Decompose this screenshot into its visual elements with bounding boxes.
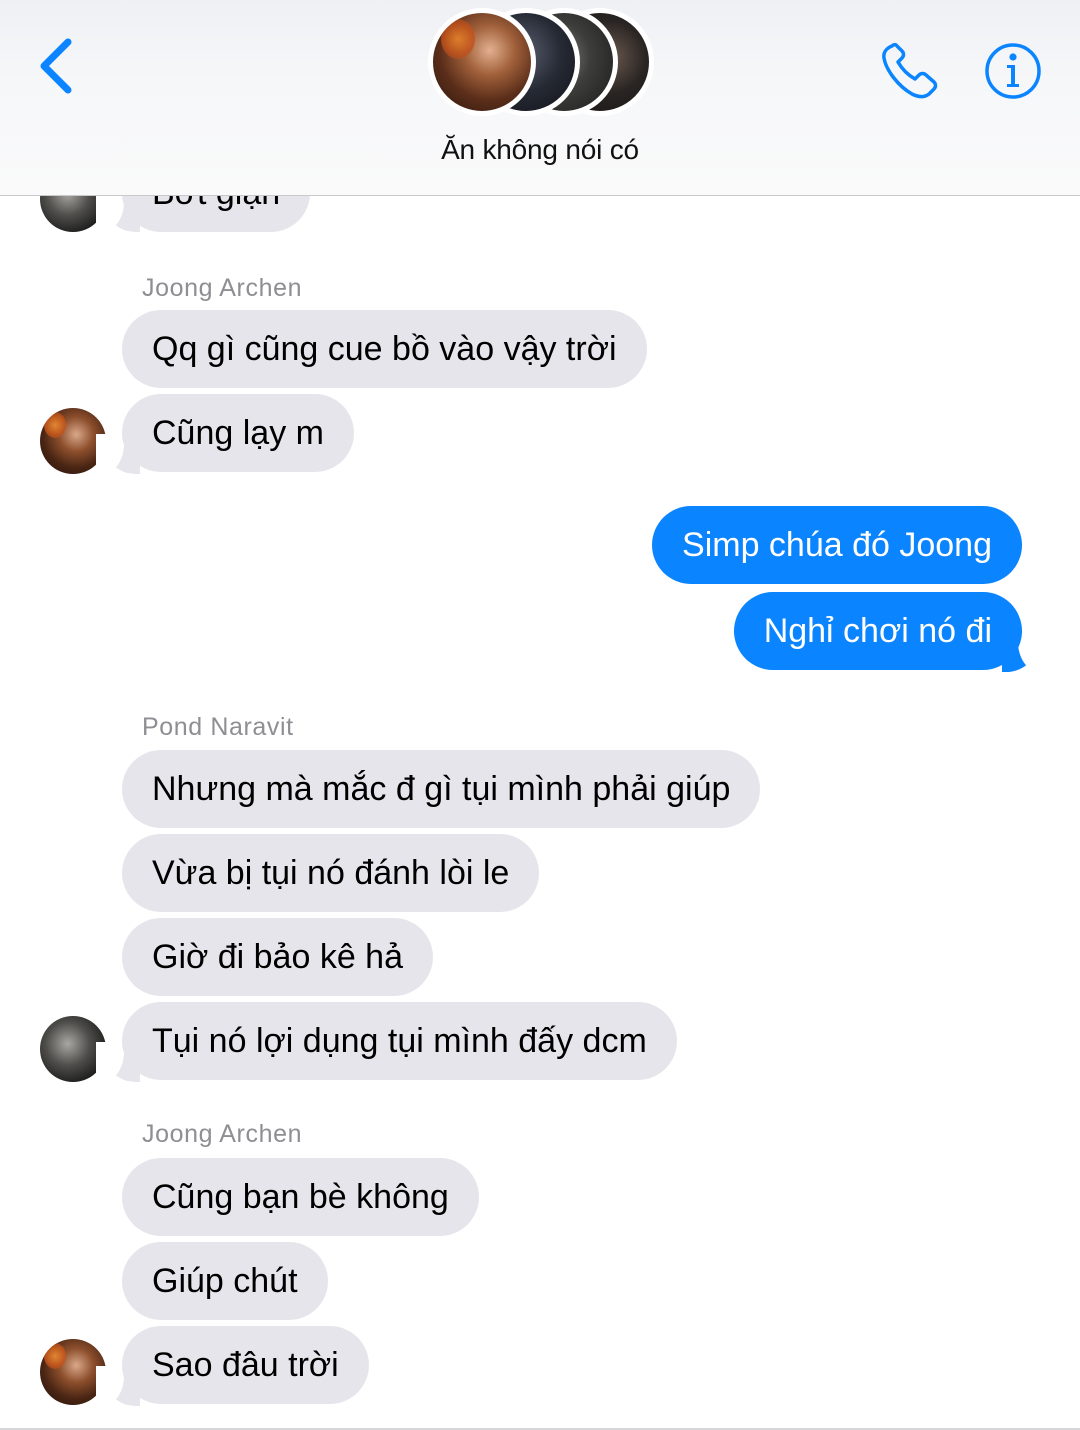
message-list[interactable]: Bớt giận Joong Archen Qq gì cũng cue bồ … bbox=[0, 196, 1080, 1430]
info-button[interactable] bbox=[982, 40, 1044, 102]
message-bubble-outgoing[interactable]: Nghỉ chơi nó đi bbox=[733, 592, 1022, 670]
message-bubble[interactable]: Bớt giận bbox=[122, 196, 311, 232]
member-avatar bbox=[428, 8, 536, 116]
phone-icon bbox=[882, 42, 938, 99]
group-avatar-stack[interactable] bbox=[424, 8, 656, 118]
chevron-left-icon bbox=[40, 38, 72, 94]
sender-name: Joong Archen bbox=[142, 1120, 303, 1148]
sender-name: Pond Naravit bbox=[142, 713, 294, 741]
back-button[interactable] bbox=[30, 32, 90, 100]
info-icon bbox=[985, 43, 1041, 99]
sender-name: Joong Archen bbox=[142, 274, 303, 302]
call-button[interactable] bbox=[878, 40, 942, 102]
message-bubble[interactable]: Vừa bị tụi nó đánh lòi le bbox=[122, 834, 540, 912]
message-bubble[interactable]: Cũng lạy m bbox=[122, 394, 354, 472]
message-bubble[interactable]: Cũng bạn bè không bbox=[122, 1158, 479, 1236]
message-bubble[interactable]: Giúp chút bbox=[122, 1242, 328, 1320]
message-bubble[interactable]: Sao đâu trời bbox=[122, 1326, 369, 1404]
message-bubble[interactable]: Nhưng mà mắc đ gì tụi mình phải giúp bbox=[122, 750, 761, 828]
group-name[interactable]: Ăn không nói có bbox=[0, 134, 1080, 166]
message-bubble[interactable]: Tụi nó lợi dụng tụi mình đấy dcm bbox=[122, 1002, 677, 1080]
chat-header: Ăn không nói có bbox=[0, 0, 1080, 196]
message-bubble-outgoing[interactable]: Simp chúa đó Joong bbox=[652, 506, 1022, 584]
message-bubble[interactable]: Giờ đi bảo kê hả bbox=[122, 918, 433, 996]
message-bubble[interactable]: Qq gì cũng cue bồ vào vậy trời bbox=[122, 310, 647, 388]
